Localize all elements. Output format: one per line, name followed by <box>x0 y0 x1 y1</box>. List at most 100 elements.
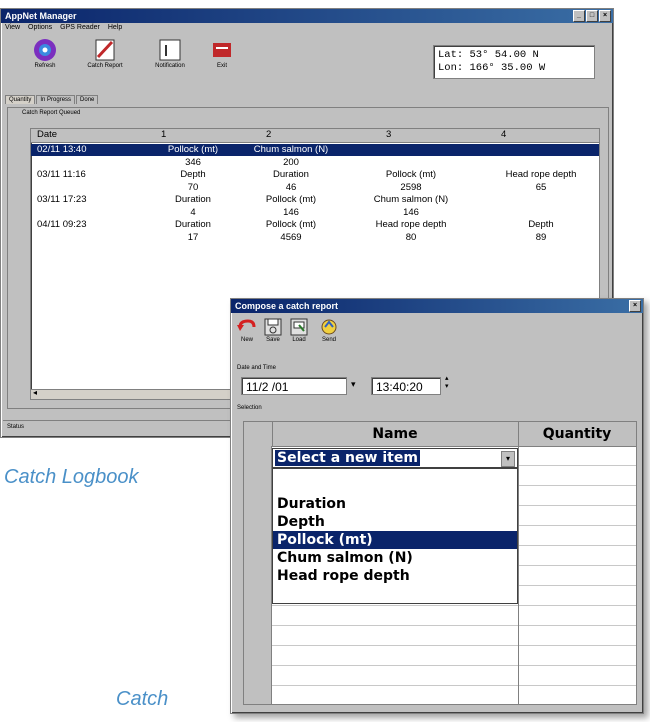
row-header[interactable] <box>244 686 272 704</box>
menu-gps-reader[interactable]: GPS Reader <box>60 24 100 31</box>
quantity-cell[interactable] <box>518 506 519 526</box>
dropdown-option[interactable]: Pollock (mt) <box>273 531 517 549</box>
maximize-button[interactable]: □ <box>586 10 598 22</box>
table-cell: 89 <box>535 231 547 243</box>
quantity-cell[interactable] <box>518 586 519 606</box>
grid-header-4[interactable]: 4 <box>501 129 506 140</box>
dropdown-option[interactable]: Chum salmon (N) <box>273 549 517 567</box>
column-header-name[interactable]: Name <box>272 422 519 446</box>
table-row[interactable]: 04/11 09:23 Duration Pollock (mt) Head rope… <box>31 219 599 231</box>
notification-button[interactable]: Notification <box>145 37 195 69</box>
caption-logbook: Catch Logbook <box>4 466 139 488</box>
dialog-titlebar: Compose a catch report × <box>231 299 643 313</box>
table-row[interactable]: 70 46 2598 65 <box>31 182 599 194</box>
quantity-cell[interactable] <box>518 566 519 586</box>
selection-row[interactable] <box>244 686 636 704</box>
row-header[interactable] <box>244 486 272 506</box>
time-field[interactable]: 13:40:20 <box>371 377 441 395</box>
selection-row[interactable] <box>244 606 636 626</box>
new-button[interactable]: New <box>235 317 259 343</box>
selection-grid: Name Quantity Select a new item ▾ Durati… <box>243 421 637 705</box>
selection-row[interactable] <box>244 626 636 646</box>
scroll-left-arrow-icon[interactable]: ◂ <box>33 388 37 397</box>
time-value: 13:40:20 <box>376 380 423 394</box>
row-header[interactable] <box>244 626 272 646</box>
row-header[interactable] <box>244 446 272 466</box>
quantity-cell[interactable] <box>518 686 519 704</box>
tab-quantity[interactable]: Quantity <box>5 95 36 104</box>
selection-group-label: Selection <box>237 405 262 411</box>
load-button[interactable]: Load <box>287 317 311 343</box>
selection-grid-header: Name Quantity <box>244 422 636 447</box>
dropdown-option[interactable]: Depth <box>273 513 517 531</box>
table-cell: 70 <box>187 181 199 193</box>
caption-catch: Catch <box>116 688 169 710</box>
close-button[interactable]: × <box>599 10 611 22</box>
table-row[interactable]: 03/11 17:23 Duration Pollock (mt) Chum salm… <box>31 194 599 206</box>
save-icon <box>264 318 282 336</box>
notification-icon <box>159 39 181 61</box>
quantity-cell[interactable] <box>518 526 519 546</box>
grid-header-row: Date 1 2 3 4 <box>31 129 599 143</box>
refresh-button[interactable]: Refresh <box>25 37 65 69</box>
date-dropdown-icon[interactable]: ▾ <box>351 379 356 390</box>
table-row[interactable]: 17 4569 80 89 <box>31 232 599 244</box>
save-button[interactable]: Save <box>261 317 285 343</box>
tab-in-progress[interactable]: In Progress <box>36 95 76 104</box>
table-cell: 4 <box>190 206 196 218</box>
grid-header-date[interactable]: Date <box>37 129 57 140</box>
send-button[interactable]: Send <box>317 317 341 343</box>
row-header[interactable] <box>244 566 272 586</box>
time-spinner-icon[interactable]: ▴ ▾ <box>445 375 449 391</box>
table-cell: Head rope depth <box>375 219 447 230</box>
table-cell: Head rope depth <box>505 169 577 180</box>
quantity-cell[interactable] <box>518 626 519 646</box>
send-label: Send <box>321 337 336 343</box>
table-row[interactable]: 4 146 146 <box>31 207 599 219</box>
minimize-button[interactable]: _ <box>573 10 585 22</box>
row-header[interactable] <box>244 466 272 486</box>
exit-button[interactable]: Exit <box>207 37 237 69</box>
datetime-group-label: Date and Time <box>237 365 277 371</box>
menu-options[interactable]: Options <box>28 24 52 31</box>
row-header[interactable] <box>244 526 272 546</box>
table-row[interactable]: 02/11 13:40 Pollock (mt) Chum salmon (N) <box>31 144 599 156</box>
table-cell: 4569 <box>280 231 302 243</box>
status-label: Status <box>7 424 25 430</box>
new-label: New <box>240 337 253 343</box>
dialog-close-button[interactable]: × <box>629 300 641 312</box>
grid-header-2[interactable]: 2 <box>266 129 271 140</box>
row-header[interactable] <box>244 646 272 666</box>
row-header[interactable] <box>244 606 272 626</box>
menu-view[interactable]: View <box>5 24 20 31</box>
dropdown-option[interactable]: Head rope depth <box>273 567 517 585</box>
dropdown-arrow-icon[interactable]: ▾ <box>501 451 515 467</box>
item-select[interactable]: Select a new item ▾ <box>272 448 518 468</box>
table-row[interactable]: 346 200 <box>31 157 599 169</box>
quantity-cell[interactable] <box>518 546 519 566</box>
grid-header-3[interactable]: 3 <box>386 129 391 140</box>
row-header[interactable] <box>244 666 272 686</box>
row-header[interactable] <box>244 506 272 526</box>
quantity-cell[interactable] <box>518 466 519 486</box>
date-field[interactable]: 11/2 /01 <box>241 377 347 395</box>
column-header-quantity[interactable]: Quantity <box>518 422 636 446</box>
table-row[interactable]: 03/11 11:16 Depth Duration Pollock (mt) Head… <box>31 169 599 181</box>
quantity-cell[interactable] <box>518 486 519 506</box>
table-cell: 65 <box>535 181 547 193</box>
dropdown-option[interactable]: Duration <box>273 495 517 513</box>
selection-row[interactable] <box>244 646 636 666</box>
quantity-cell[interactable] <box>518 606 519 626</box>
gps-readout: Lat: 53° 54.00 N Lon: 166° 35.00 W <box>433 45 595 79</box>
tab-done[interactable]: Done <box>76 95 99 104</box>
quantity-cell[interactable] <box>518 666 519 686</box>
selection-row[interactable] <box>244 666 636 686</box>
quantity-cell[interactable] <box>518 446 519 466</box>
catch-report-button[interactable]: Catch Report <box>77 37 133 69</box>
quantity-cell[interactable] <box>518 646 519 666</box>
compose-dialog: Compose a catch report × New Save Load S… <box>230 298 644 714</box>
row-header[interactable] <box>244 546 272 566</box>
grid-header-1[interactable]: 1 <box>161 129 166 140</box>
row-header[interactable] <box>244 586 272 606</box>
menu-help[interactable]: Help <box>108 24 122 31</box>
